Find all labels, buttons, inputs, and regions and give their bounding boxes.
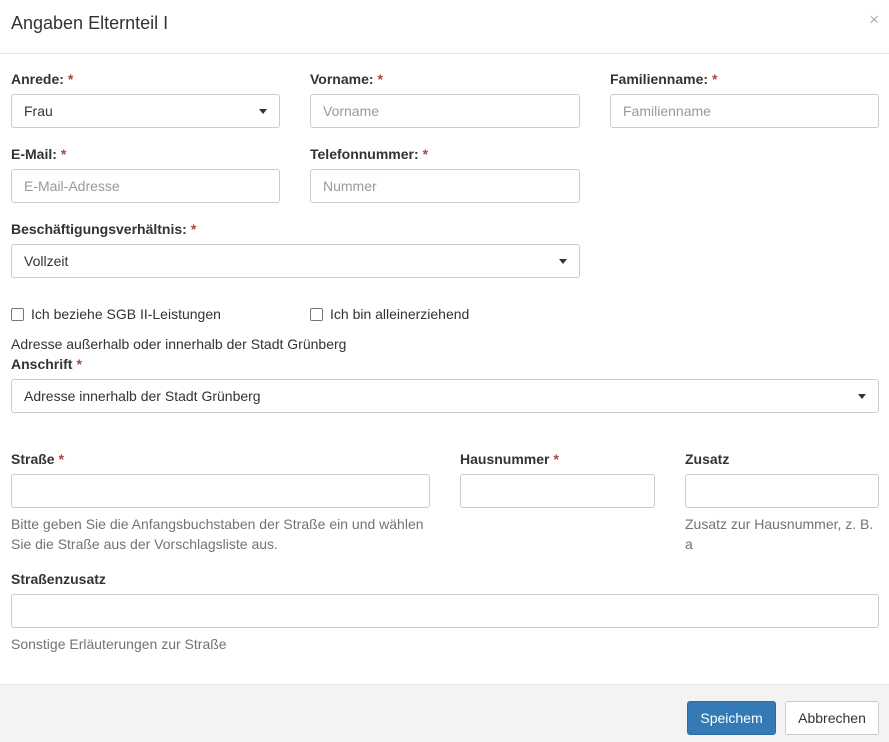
strasse-help: Bitte geben Sie die Anfangsbuchstaben de… bbox=[11, 516, 424, 552]
modal-header: Angaben Elternteil I × bbox=[0, 0, 889, 54]
strasse-field[interactable] bbox=[11, 474, 430, 508]
required-marker: * bbox=[60, 146, 67, 162]
required-marker: * bbox=[58, 451, 65, 467]
beschaeftigung-label: Beschäftigungsverhältnis: * bbox=[11, 221, 197, 237]
vorname-field[interactable] bbox=[310, 94, 580, 128]
adresse-hinweis: Adresse außerhalb oder innerhalb der Sta… bbox=[11, 336, 347, 352]
beschaeftigung-value: Vollzeit bbox=[24, 253, 69, 269]
close-icon[interactable]: × bbox=[869, 10, 879, 30]
familienname-field[interactable] bbox=[610, 94, 879, 128]
required-marker: * bbox=[76, 356, 82, 372]
email-input[interactable] bbox=[12, 170, 279, 202]
modal-title: Angaben Elternteil I bbox=[11, 13, 169, 33]
email-field[interactable] bbox=[11, 169, 280, 203]
anschrift-label: Anschrift * bbox=[11, 356, 82, 372]
sgb-label[interactable]: Ich beziehe SGB II-Leistungen bbox=[31, 306, 221, 322]
chevron-down-icon bbox=[259, 109, 267, 114]
required-marker: * bbox=[712, 71, 718, 87]
telefon-field[interactable] bbox=[310, 169, 580, 203]
anrede-label: Anrede: * bbox=[11, 71, 74, 87]
anrede-select[interactable]: Frau bbox=[11, 94, 280, 128]
telefon-input[interactable] bbox=[311, 170, 579, 202]
beschaeftigung-select[interactable]: Vollzeit bbox=[11, 244, 580, 278]
alleinerziehend-checkbox[interactable] bbox=[310, 308, 323, 321]
familienname-label: Familienname: * bbox=[610, 71, 718, 87]
required-marker: * bbox=[377, 71, 383, 87]
strassenzusatz-help: Sonstige Erläuterungen zur Straße bbox=[11, 636, 227, 652]
hausnummer-input[interactable] bbox=[461, 475, 654, 507]
strasse-input[interactable] bbox=[12, 475, 429, 507]
hausnummer-label: Hausnummer * bbox=[460, 451, 559, 467]
strassenzusatz-input[interactable] bbox=[12, 595, 878, 627]
required-marker: * bbox=[190, 221, 197, 237]
vorname-label: Vorname: * bbox=[310, 71, 383, 87]
modal-footer: Speichem Abbrechen bbox=[0, 684, 889, 742]
strasse-label: Straße * bbox=[11, 451, 65, 467]
anschrift-value: Adresse innerhalb der Stadt Grünberg bbox=[24, 388, 261, 404]
chevron-down-icon bbox=[559, 259, 567, 264]
strassenzusatz-label: Straßenzusatz bbox=[11, 571, 106, 587]
strassenzusatz-field[interactable] bbox=[11, 594, 879, 628]
vorname-input[interactable] bbox=[311, 95, 579, 127]
email-label: E-Mail: * bbox=[11, 146, 67, 162]
required-marker: * bbox=[67, 71, 74, 87]
save-button[interactable]: Speichem bbox=[687, 701, 776, 735]
anschrift-select[interactable]: Adresse innerhalb der Stadt Grünberg bbox=[11, 379, 879, 413]
zusatz-input[interactable] bbox=[686, 475, 878, 507]
sgb-checkbox[interactable] bbox=[11, 308, 24, 321]
anrede-value: Frau bbox=[24, 103, 53, 119]
zusatz-label: Zusatz bbox=[685, 451, 730, 467]
familienname-input[interactable] bbox=[611, 95, 878, 127]
telefon-label: Telefonnummer: * bbox=[310, 146, 429, 162]
alleinerziehend-label[interactable]: Ich bin alleinerziehend bbox=[330, 306, 469, 322]
zusatz-help: Zusatz zur Hausnummer, z. B. a bbox=[685, 516, 874, 552]
hausnummer-field[interactable] bbox=[460, 474, 655, 508]
chevron-down-icon bbox=[858, 394, 866, 399]
zusatz-field[interactable] bbox=[685, 474, 879, 508]
cancel-button[interactable]: Abbrechen bbox=[785, 701, 879, 735]
required-marker: * bbox=[422, 146, 429, 162]
required-marker: * bbox=[553, 451, 559, 467]
